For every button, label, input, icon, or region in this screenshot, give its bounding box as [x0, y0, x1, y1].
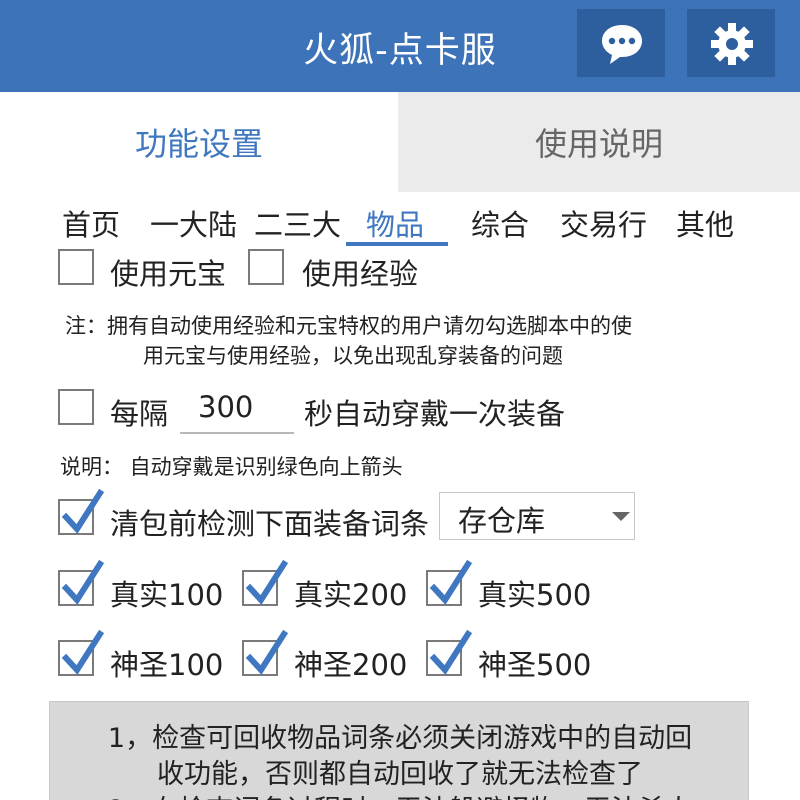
auto-equip-prefix: 每隔 — [110, 397, 169, 431]
use-yuanbao-checkbox[interactable] — [58, 249, 94, 285]
title-bar: 火狐-点卡服 — [0, 0, 800, 92]
info-box: 1，检查可回收物品词条必须关闭游戏中的自动回 收功能，否则都自动回收了就无法检查… — [49, 701, 749, 800]
subtab-trading[interactable]: 交易行 — [560, 202, 647, 244]
info-line-2: 收功能，否则都自动回收了就无法检查了 — [157, 759, 643, 790]
zhenshi-200-checkbox[interactable] — [242, 559, 288, 606]
tab-function-settings[interactable]: 功能设置 — [0, 92, 398, 192]
shensheng-200-label: 神圣200 — [294, 648, 408, 682]
subtab-other[interactable]: 其他 — [676, 202, 734, 244]
zhenshi-100-checkbox[interactable] — [58, 559, 104, 606]
shensheng-200-checkbox[interactable] — [242, 629, 288, 676]
dropdown-selected-value: 存仓库 — [458, 504, 546, 538]
subtab-general[interactable]: 综合 — [471, 202, 529, 244]
info-line-1: 1，检查可回收物品词条必须关闭游戏中的自动回 — [107, 723, 693, 754]
privilege-note-line1: 注：拥有自动使用经验和元宝特权的用户请勿勾选脚本中的使 — [65, 314, 632, 338]
shensheng-500-checkbox[interactable] — [426, 629, 472, 676]
subtab-continent-one[interactable]: 一大陆 — [150, 202, 237, 244]
dropdown-arrow-icon — [612, 512, 630, 521]
gear-icon — [711, 23, 753, 65]
settings-button[interactable] — [687, 9, 775, 77]
affix-action-dropdown[interactable]: 存仓库 — [439, 492, 635, 540]
privilege-note-line2: 用元宝与使用经验，以免出现乱穿装备的问题 — [143, 344, 563, 368]
tab-usage-instructions[interactable]: 使用说明 — [398, 92, 800, 192]
auto-equip-suffix: 秒自动穿戴一次装备 — [304, 397, 566, 431]
shensheng-100-checkbox[interactable] — [58, 629, 104, 676]
zhenshi-100-label: 真实100 — [110, 578, 224, 612]
use-exp-label: 使用经验 — [302, 257, 419, 291]
subtab-items[interactable]: 物品 — [366, 202, 424, 244]
checkmark-icon — [62, 629, 104, 675]
checkmark-icon — [430, 559, 472, 605]
shensheng-100-label: 神圣100 — [110, 648, 224, 682]
use-yuanbao-label: 使用元宝 — [110, 257, 227, 291]
chat-bubble-icon — [602, 25, 642, 64]
main-tab-bar: 功能设置 使用说明 — [0, 92, 800, 192]
check-affix-checkbox[interactable] — [58, 488, 104, 535]
app-title: 火狐-点卡服 — [303, 31, 497, 71]
subtab-continent-two-three[interactable]: 二三大 — [254, 202, 341, 244]
auto-equip-checkbox[interactable] — [58, 389, 94, 425]
check-affix-label: 清包前检测下面装备词条 — [110, 507, 430, 541]
zhenshi-500-checkbox[interactable] — [426, 559, 472, 606]
subtab-home[interactable]: 首页 — [62, 202, 120, 244]
info-line-3: 2，在检查词条过程时，无法躲避怪物，无法杀人 — [50, 788, 750, 800]
checkmark-icon — [246, 559, 288, 605]
auto-equip-interval-input[interactable]: 300 — [180, 386, 294, 434]
use-exp-checkbox[interactable] — [248, 249, 284, 285]
subtab-active-indicator — [346, 242, 448, 246]
zhenshi-500-label: 真实500 — [478, 578, 592, 612]
chat-button[interactable] — [577, 9, 665, 77]
checkmark-icon — [62, 559, 104, 605]
checkmark-icon — [430, 629, 472, 675]
shensheng-500-label: 神圣500 — [478, 648, 592, 682]
zhenshi-200-label: 真实200 — [294, 578, 408, 612]
auto-equip-note: 说明： 自动穿戴是识别绿色向上箭头 — [60, 455, 403, 479]
checkmark-icon — [62, 488, 104, 534]
checkmark-icon — [246, 629, 288, 675]
